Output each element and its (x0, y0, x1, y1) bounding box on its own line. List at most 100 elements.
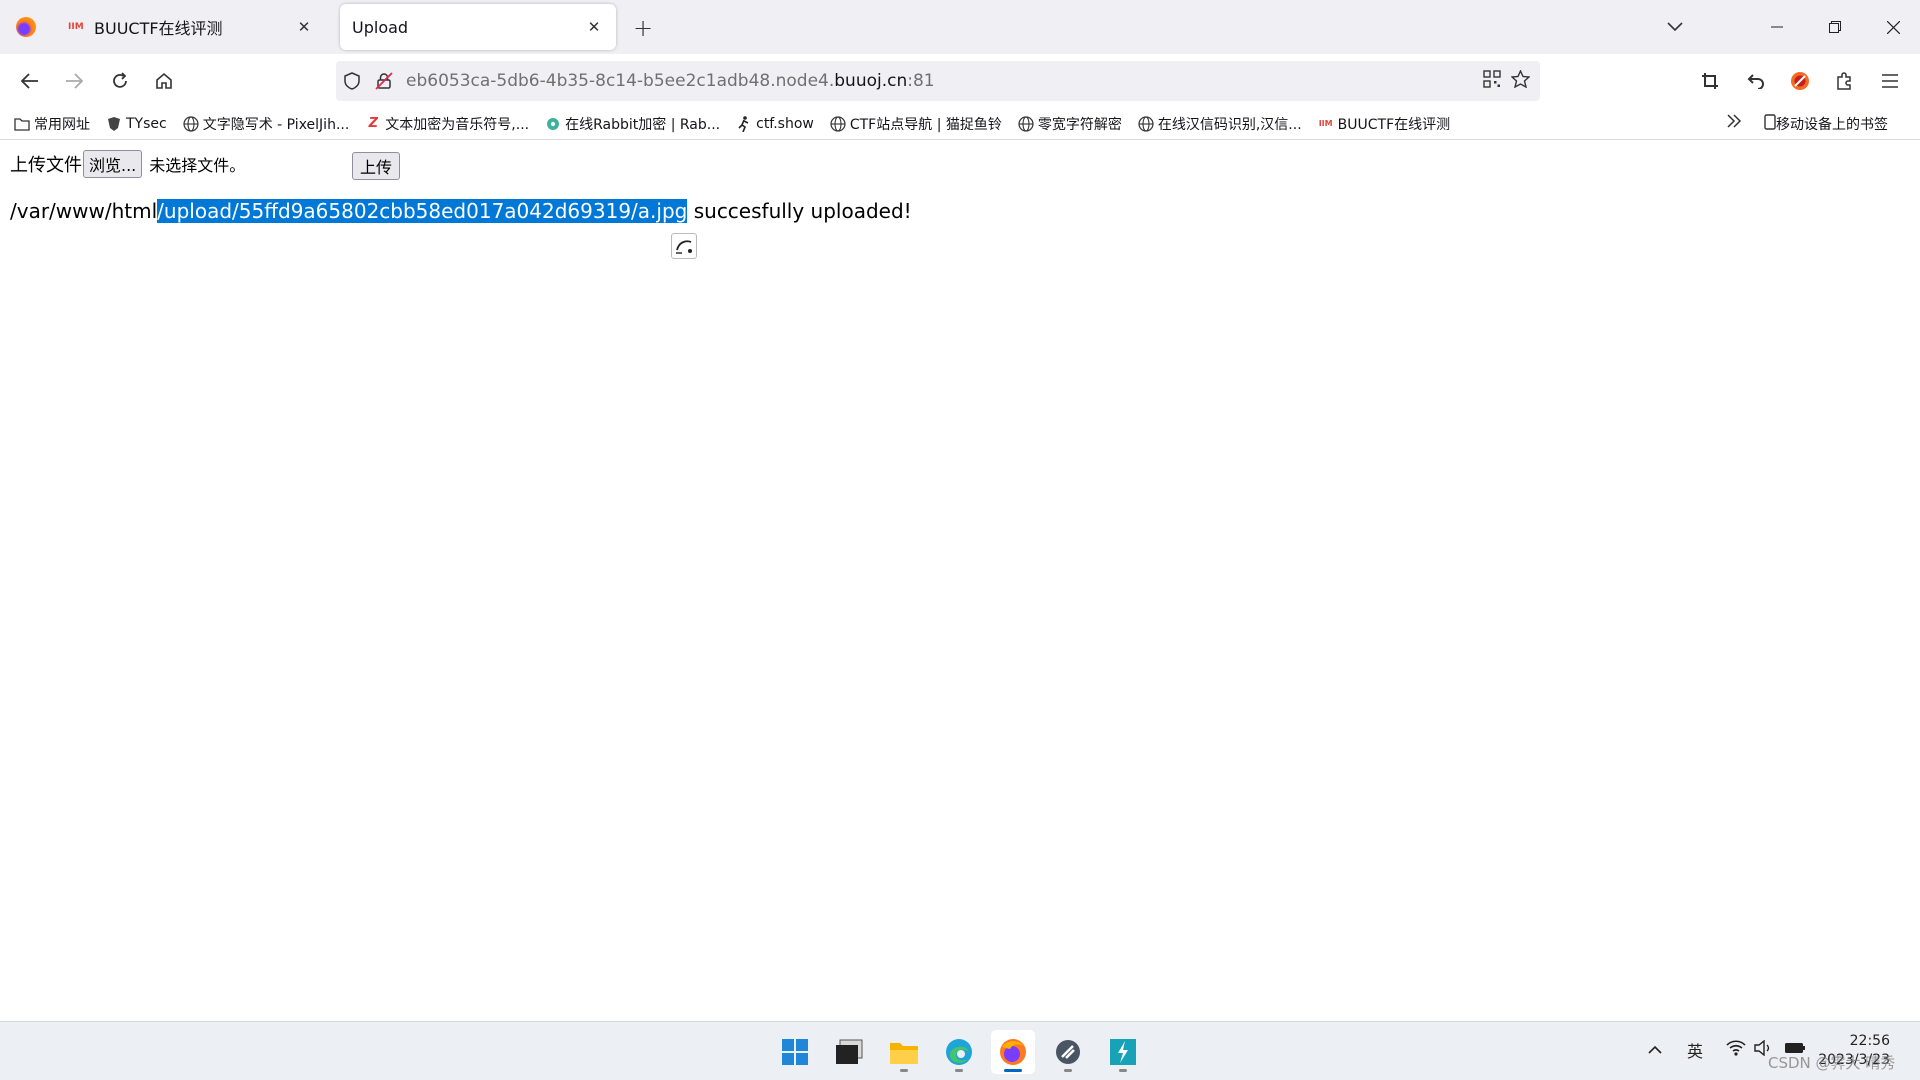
result-path-selected[interactable]: /upload/55ffd9a65802cbb58ed017a042d69319… (157, 199, 688, 223)
chevron-up-icon (1648, 1045, 1662, 1054)
hamburger-menu-icon (1882, 74, 1898, 88)
chevron-down-icon (1667, 22, 1683, 32)
start-button[interactable] (773, 1030, 817, 1074)
tool-icon (1056, 1040, 1080, 1064)
qr-code-icon[interactable] (1483, 70, 1501, 92)
bookmark-item[interactable]: 在线Rabbit加密 | Rab... (545, 114, 720, 134)
translate-icon[interactable] (671, 233, 697, 259)
wifi-icon[interactable] (1726, 1040, 1746, 1060)
running-indicator (1004, 1069, 1022, 1072)
globe-icon (1018, 115, 1034, 132)
bookmark-star-icon[interactable] (1510, 69, 1531, 92)
extension-blocker-button[interactable] (1784, 65, 1816, 97)
running-indicator (1119, 1069, 1127, 1072)
app-icon (1110, 1039, 1136, 1065)
new-tab-button[interactable]: + (628, 13, 658, 43)
mobile-bookmarks-label: 移动设备上的书签 (1776, 117, 1888, 133)
taskbar-app-firefox[interactable] (991, 1030, 1035, 1074)
mobile-device-icon (1764, 114, 1776, 134)
buuctf-icon: IIM (68, 22, 84, 32)
crop-icon (1702, 73, 1718, 89)
zj-icon: Z (368, 116, 379, 131)
clock-time: 22:56 (1849, 1033, 1890, 1049)
mobile-bookmarks-folder[interactable]: 移动设备上的书签 (1764, 114, 1888, 134)
arrow-left-icon (21, 73, 38, 89)
home-icon (156, 72, 172, 89)
taskbar-app-edge[interactable] (937, 1030, 981, 1074)
globe-icon (183, 115, 199, 132)
upload-result-message: /var/www/html/upload/55ffd9a65802cbb58ed… (10, 199, 912, 223)
close-icon (1886, 20, 1900, 34)
list-all-tabs-button[interactable] (1660, 12, 1690, 42)
extensions-button[interactable] (1828, 65, 1860, 97)
shield-icon[interactable] (336, 61, 368, 101)
show-hidden-icons-button[interactable] (1648, 1040, 1662, 1059)
taskbar-app-terminal[interactable] (827, 1030, 871, 1074)
bookmark-label: ctf.show (756, 115, 814, 132)
back-button[interactable] (14, 65, 46, 97)
firefox-icon (1000, 1039, 1026, 1065)
minimize-button[interactable] (1748, 0, 1806, 54)
tysec-icon (106, 116, 122, 132)
restore-icon (1829, 21, 1841, 33)
address-bar[interactable]: eb6053ca-5db6-4b35-8c14-b5ee2c1adb48.nod… (336, 61, 1540, 101)
reload-button[interactable] (104, 65, 136, 97)
firefox-icon (16, 17, 36, 37)
bookmark-item[interactable]: 文字隐写术 - PixelJih... (183, 114, 349, 134)
restore-button[interactable] (1806, 0, 1864, 54)
bookmark-item[interactable]: ctf.show (736, 116, 814, 132)
bookmark-item[interactable]: 常用网址 (14, 114, 90, 134)
watermark: CSDN @霁大 晴秀 (1768, 1054, 1896, 1072)
running-indicator (900, 1069, 908, 1072)
firefox-view-button[interactable] (0, 0, 52, 54)
url-port: :81 (907, 71, 935, 91)
buuctf-icon: IIM (1318, 119, 1333, 128)
bookmark-item[interactable]: 零宽字符解密 (1018, 114, 1122, 134)
close-window-button[interactable] (1864, 0, 1920, 54)
taskbar-app-tool[interactable] (1046, 1030, 1090, 1074)
page-content: 上传文件 浏览... 未选择文件。 上传 /var/www/html/uploa… (0, 141, 1920, 1021)
bookmark-item[interactable]: Z 文本加密为音乐符号,... (365, 114, 530, 134)
upload-submit-button[interactable]: 上传 (352, 152, 401, 180)
bookmark-item[interactable]: IIM BUUCTF在线评测 (1318, 114, 1450, 134)
gear-icon (545, 116, 561, 132)
screenshot-button[interactable] (1694, 65, 1726, 97)
puzzle-icon (1837, 72, 1851, 90)
file-status: 未选择文件。 (149, 156, 246, 175)
bookmark-label: TYsec (126, 115, 167, 132)
bookmark-label: 在线汉信码识别,汉信... (1157, 116, 1302, 133)
more-bookmarks-button[interactable] (1726, 112, 1742, 133)
tab-strip: IIM BUUCTF在线评测 ✕ Upload ✕ + (0, 0, 1920, 54)
blocker-icon (1791, 72, 1809, 90)
tab-title: Upload (352, 17, 409, 37)
edge-icon (946, 1039, 972, 1065)
ime-indicator[interactable]: 英 (1687, 1038, 1703, 1062)
undo-button[interactable] (1740, 65, 1772, 97)
bookmark-item[interactable]: CTF站点导航 | 猫捉鱼铃 (830, 114, 1002, 134)
bookmark-label: 零宽字符解密 (1037, 116, 1122, 133)
running-indicator (955, 1069, 963, 1072)
url-text[interactable]: eb6053ca-5db6-4b35-8c14-b5ee2c1adb48.nod… (400, 71, 1483, 91)
minimize-icon (1771, 26, 1783, 28)
forward-button[interactable] (58, 65, 90, 97)
menu-button[interactable] (1874, 65, 1906, 97)
tab-title: BUUCTF在线评测 (94, 19, 223, 38)
navigation-toolbar: eb6053ca-5db6-4b35-8c14-b5ee2c1adb48.nod… (0, 54, 1920, 108)
tab-upload[interactable]: Upload ✕ (340, 4, 616, 50)
bookmark-item[interactable]: TYsec (106, 116, 167, 132)
insecure-lock-icon[interactable] (368, 61, 400, 101)
file-explorer-icon (890, 1043, 918, 1064)
globe-icon (1138, 115, 1154, 132)
bookmark-item[interactable]: 在线汉信码识别,汉信... (1138, 114, 1302, 134)
browse-button[interactable]: 浏览... (83, 150, 143, 178)
close-icon[interactable]: ✕ (294, 17, 314, 37)
taskbar-app-other[interactable] (1101, 1030, 1145, 1074)
home-button[interactable] (148, 65, 180, 97)
windows-start-icon (782, 1039, 808, 1065)
close-icon[interactable]: ✕ (584, 17, 604, 37)
bookmark-label: BUUCTF在线评测 (1337, 116, 1451, 133)
taskbar-app-explorer[interactable] (882, 1030, 926, 1074)
tab-buuctf[interactable]: IIM BUUCTF在线评测 ✕ (56, 4, 326, 50)
terminal-icon (836, 1039, 863, 1064)
taskbar: 英 22:56 2023/3/23 (0, 1021, 1920, 1080)
